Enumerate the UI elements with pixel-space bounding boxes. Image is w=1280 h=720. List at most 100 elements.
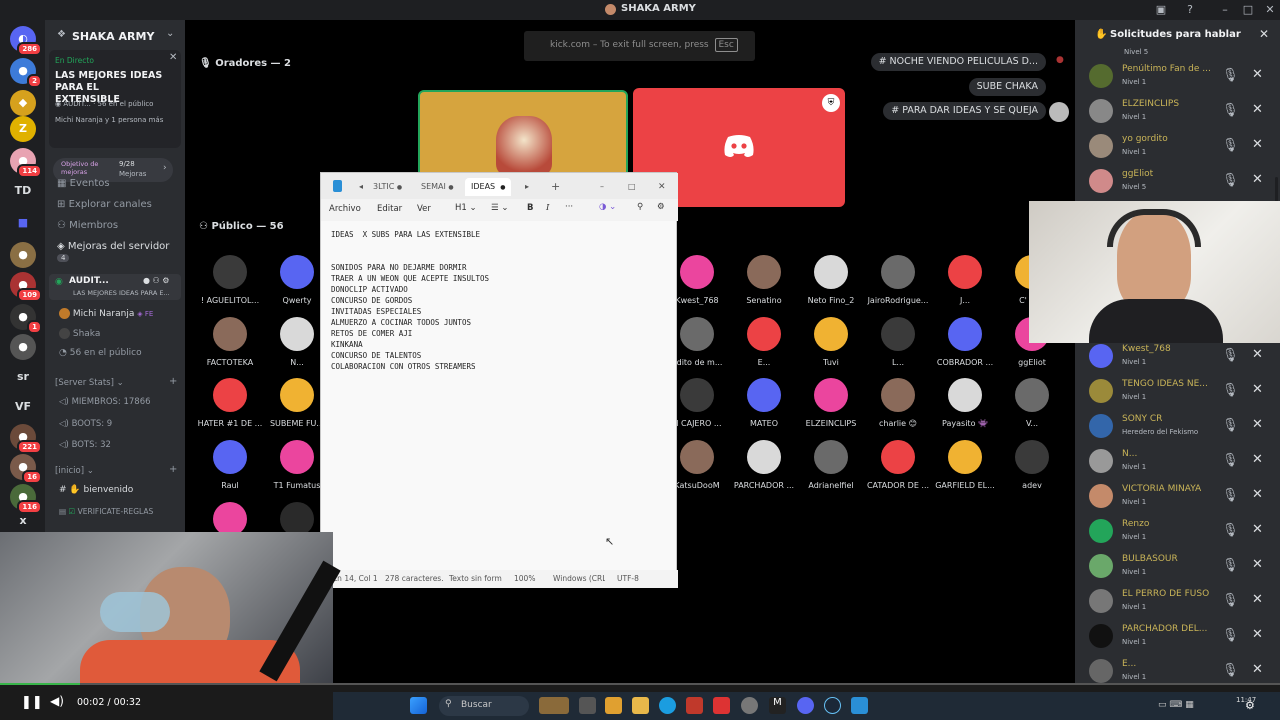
maximize-icon[interactable]: □	[1241, 3, 1255, 17]
tab-3ltic[interactable]: 3LTIC ●	[373, 178, 402, 196]
widget-icon[interactable]	[539, 697, 569, 714]
tab-semai[interactable]: SEMAI ●	[421, 178, 454, 196]
dismiss-icon[interactable]: ✕	[1252, 172, 1263, 187]
channel-actions-icon[interactable]: ● ⚇ ⚙	[143, 276, 169, 285]
maximize-icon[interactable]: □	[628, 178, 636, 196]
close-icon[interactable]: ✕	[658, 178, 666, 196]
more-icon[interactable]: ···	[565, 202, 573, 212]
request-row[interactable]: Penúltimo Fan de ... Nivel 1 🎙 ✕	[1075, 59, 1280, 94]
request-row[interactable]: yo gordito Nivel 1 🎙 ✕	[1075, 129, 1280, 164]
server-icon[interactable]: ◆	[10, 90, 36, 116]
italic-icon[interactable]: I	[546, 203, 549, 213]
menu-edit[interactable]: Editar	[377, 204, 402, 214]
account-icon[interactable]: ⚲	[637, 202, 643, 212]
audience-avatar[interactable]	[280, 255, 314, 289]
invite-to-speak-icon[interactable]: 🎙	[1222, 628, 1239, 643]
invite-to-speak-icon[interactable]: 🎙	[1222, 663, 1239, 678]
minimize-icon[interactable]: –	[1218, 3, 1232, 17]
request-row[interactable]: VICTORIA MINAYA Nivel 1 🎙 ✕	[1075, 479, 1280, 514]
audience-avatar[interactable]	[948, 440, 982, 474]
server-icon[interactable]: ● 114	[10, 148, 42, 178]
server-icon[interactable]: ●	[10, 334, 36, 360]
channel-pill[interactable]: # PARA DAR IDEAS Y SE QUEJA	[883, 102, 1046, 120]
nav-boosts[interactable]: ◈ Mejoras del servidor 4	[57, 241, 185, 263]
edge-icon[interactable]	[659, 697, 676, 714]
notepad-text[interactable]: IDEAS X SUBS PARA LAS EXTENSIBLE SONIDOS…	[331, 229, 671, 372]
invite-to-speak-icon[interactable]: 🎙	[1222, 138, 1239, 153]
audience-avatar[interactable]	[213, 378, 247, 412]
app-icon[interactable]: M	[769, 697, 786, 714]
audience-avatar[interactable]	[213, 502, 247, 536]
add-channel-icon[interactable]: +	[169, 464, 177, 475]
audience-avatar[interactable]	[747, 378, 781, 412]
invite-to-speak-icon[interactable]: 🎙	[1222, 173, 1239, 188]
menu-view[interactable]: Ver	[417, 204, 431, 214]
audience-avatar[interactable]	[213, 317, 247, 351]
server-icon[interactable]: TD	[10, 178, 36, 204]
server-icon[interactable]: ◐ 286	[10, 26, 42, 56]
server-icon[interactable]: ● 16	[10, 454, 42, 484]
dismiss-icon[interactable]: ✕	[1252, 592, 1263, 607]
audience-avatar[interactable]	[1015, 440, 1049, 474]
dismiss-icon[interactable]: ✕	[1252, 452, 1263, 467]
close-icon[interactable]: ✕	[1259, 27, 1269, 41]
request-row[interactable]: TENGO IDEAS NE... Nivel 1 🎙 ✕	[1075, 374, 1280, 409]
list-icon[interactable]: ☰ ⌄	[491, 203, 508, 213]
invite-to-speak-icon[interactable]: 🎙	[1222, 453, 1239, 468]
close-icon[interactable]: ✕	[1263, 3, 1277, 17]
category-server-stats[interactable]: [Server Stats] ⌄	[55, 378, 124, 388]
dismiss-icon[interactable]: ✕	[1252, 102, 1263, 117]
copilot-app-icon[interactable]	[605, 697, 622, 714]
request-row[interactable]: Kwest_768 Nivel 1 🎙 ✕	[1075, 339, 1280, 374]
invite-to-speak-icon[interactable]: 🎙	[1222, 523, 1239, 538]
request-row[interactable]: ggEliot Nivel 5 🎙 ✕	[1075, 164, 1280, 199]
dismiss-icon[interactable]: ✕	[1252, 67, 1263, 82]
audience-avatar[interactable]	[280, 317, 314, 351]
copilot-icon[interactable]: ◑ ⌄	[599, 202, 616, 212]
folder-icon[interactable]: ■	[10, 210, 36, 236]
server-name[interactable]: SHAKA ARMY	[72, 30, 154, 43]
dismiss-icon[interactable]: ✕	[1252, 382, 1263, 397]
dismiss-icon[interactable]: ✕	[1252, 417, 1263, 432]
channel-pill[interactable]: # NOCHE VIENDO PELICULAS D...	[870, 53, 1046, 71]
voice-member[interactable]: Michi Naranja ◈ FE	[59, 308, 153, 319]
invite-to-speak-icon[interactable]: 🎙	[1222, 68, 1239, 83]
nav-members[interactable]: ⚇ Miembros	[57, 220, 118, 231]
task-view-icon[interactable]	[579, 697, 596, 714]
audience-avatar[interactable]	[680, 378, 714, 412]
file-explorer-icon[interactable]	[632, 697, 649, 714]
invite-to-speak-icon[interactable]: 🎙	[1222, 103, 1239, 118]
start-icon[interactable]	[410, 697, 427, 714]
server-icon[interactable]: x	[10, 512, 36, 530]
audience-avatar[interactable]	[881, 255, 915, 289]
invite-to-speak-icon[interactable]: 🎙	[1222, 418, 1239, 433]
help-icon[interactable]: ?	[1183, 3, 1197, 17]
text-channel[interactable]: ▤ ☑ VERIFICATE-REGLAS	[59, 507, 153, 516]
app-icon[interactable]	[686, 697, 703, 714]
server-icon[interactable]: ● 2	[10, 58, 42, 88]
dismiss-icon[interactable]: ✕	[1252, 557, 1263, 572]
dismiss-icon[interactable]: ✕	[1252, 487, 1263, 502]
request-row[interactable]: EL PERRO DE FUSO Nivel 1 🎙 ✕	[1075, 584, 1280, 619]
audience-avatar[interactable]	[814, 255, 848, 289]
audience-avatar[interactable]	[814, 317, 848, 351]
request-row[interactable]: N... Nivel 1 🎙 ✕	[1075, 444, 1280, 479]
volume-icon[interactable]: ◀)	[50, 694, 64, 708]
taskbar-search[interactable]: ⚲ Buscar	[439, 696, 529, 716]
audience-avatar[interactable]	[948, 255, 982, 289]
server-icon[interactable]: ● 116	[10, 484, 42, 514]
audience-avatar[interactable]	[881, 317, 915, 351]
request-row[interactable]: PARCHADOR DEL... Nivel 1 🎙 ✕	[1075, 619, 1280, 654]
stat-channel[interactable]: ◁) MIEMBROS: 17866	[59, 397, 151, 407]
server-icon[interactable]: ●	[10, 242, 36, 268]
request-row[interactable]: ELZEINCLIPS Nivel 1 🎙 ✕	[1075, 94, 1280, 129]
tab-prev-icon[interactable]: ◂	[359, 178, 363, 196]
stat-channel[interactable]: ◁) BOOTS: 9	[59, 419, 112, 429]
inbox-icon[interactable]: ▣	[1154, 3, 1168, 17]
bold-icon[interactable]: B	[527, 203, 533, 213]
tray-icons[interactable]: ▭ ⌨ ▦	[1158, 700, 1194, 710]
server-icon[interactable]: ● 221	[10, 424, 42, 454]
nav-explore[interactable]: ⊞ Explorar canales	[57, 199, 152, 210]
audience-count[interactable]: ◔ 56 en el público	[59, 348, 142, 358]
add-channel-icon[interactable]: +	[169, 376, 177, 387]
